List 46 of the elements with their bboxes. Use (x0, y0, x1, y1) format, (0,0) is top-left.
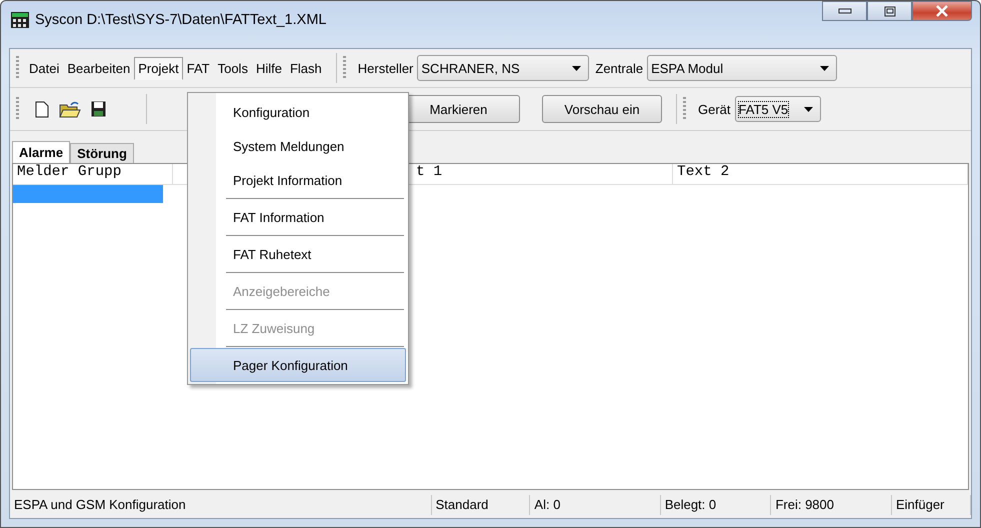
window-title: Syscon D:\Test\SYS-7\Daten\FATText_1.XML (35, 12, 326, 28)
field-label: Hersteller (358, 60, 414, 76)
field-label: Gerät (698, 102, 731, 116)
menu-item[interactable]: Datei (25, 56, 64, 80)
dropdown-arrow-icon (820, 66, 830, 70)
column-header[interactable]: Melder Grupp (13, 164, 173, 184)
toolbar-grip[interactable] (16, 97, 19, 121)
tab[interactable]: Alarme (12, 141, 70, 163)
menu-item[interactable]: Flash (286, 56, 326, 80)
open-folder-icon[interactable] (59, 100, 81, 118)
toolbar-grip[interactable] (16, 56, 19, 80)
menu-option[interactable]: FAT Ruhetext (190, 237, 406, 271)
status-cell: ESPA und GSM Konfiguration (10, 495, 432, 515)
maximize-button[interactable] (867, 1, 912, 21)
status-cell: Frei: 9800 (771, 495, 892, 515)
dropdown-arrow-icon (804, 106, 813, 112)
toolbar-grip[interactable] (683, 97, 686, 121)
save-icon[interactable] (91, 101, 106, 117)
minimize-button[interactable] (822, 1, 867, 21)
manufacturer-dropdown[interactable]: SCHRANER, NS (417, 55, 590, 81)
menu-item[interactable]: Hilfe (252, 56, 286, 80)
status-cell: Standard (432, 495, 530, 515)
menu-item[interactable]: FAT (182, 56, 214, 80)
tab[interactable]: Störung (70, 143, 134, 163)
central-dropdown[interactable]: ESPA Modul (647, 55, 838, 81)
close-button[interactable] (912, 1, 972, 21)
minimize-icon (838, 8, 852, 14)
toolbar-button[interactable]: Vorschau ein (542, 95, 662, 123)
close-icon (935, 5, 949, 17)
menu-item[interactable]: Tools (214, 56, 252, 80)
column-header[interactable]: Text 2 (673, 164, 968, 184)
device-dropdown[interactable]: FAT5 V5 (734, 96, 821, 122)
status-cell: Belegt: 0 (660, 495, 772, 515)
menu-option[interactable]: FAT Information (190, 200, 406, 234)
toolbar-grip[interactable] (342, 56, 346, 80)
new-file-icon[interactable] (35, 100, 49, 118)
menu-item[interactable]: Bearbeiten (63, 56, 134, 80)
menu-item[interactable]: Projekt (134, 56, 183, 80)
menu-option[interactable]: System Meldungen (190, 129, 406, 163)
menu-option[interactable]: Pager Konfiguration (190, 348, 406, 382)
status-cell: Einfüger (892, 495, 972, 515)
maximize-icon (884, 6, 896, 16)
field-label: Zentrale (595, 60, 644, 76)
status-cell: Al: 0 (530, 495, 661, 515)
dropdown-arrow-icon (572, 66, 582, 70)
app-grid-icon (11, 12, 29, 28)
